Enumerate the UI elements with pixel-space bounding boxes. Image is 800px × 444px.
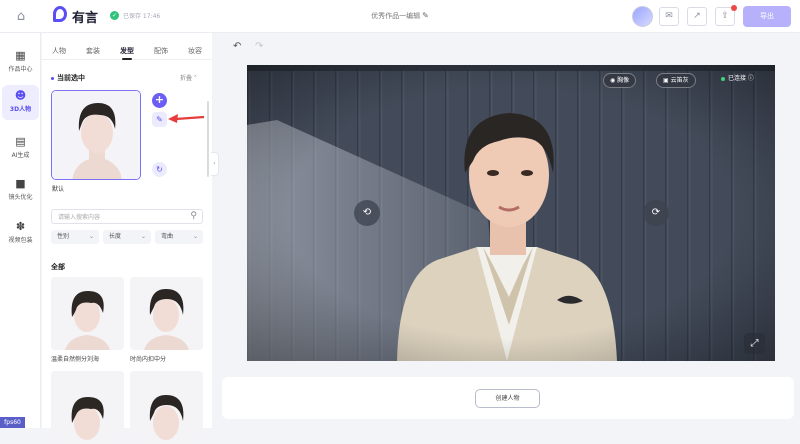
notification-dot [731,5,737,11]
3d-viewport[interactable] [247,65,775,361]
export-button[interactable]: 导出 [743,6,791,27]
hairstyle-card[interactable] [51,371,124,444]
hairstyle-card[interactable] [130,371,203,444]
hairstyle-preview-image [52,91,140,179]
app-name: 有言 [72,11,99,26]
logo-mark-icon [53,6,67,22]
chart-icon: ▤ [15,135,26,148]
document-title-text: 优秀作品一编辑 [371,12,421,20]
search-input[interactable] [58,212,178,222]
edit-title-icon[interactable]: ✎ [422,11,429,20]
current-selection-heading: 当前选中 [51,73,85,83]
upload-icon[interactable]: ⇪ [715,5,737,26]
hairstyle-label: 时尚内扣中分 [130,356,167,363]
rotate-left-icon[interactable]: ⟲ [354,200,380,226]
save-status: ✓ 已保存 17:46 [110,11,160,20]
nav-label: 视频包装 [8,237,33,244]
tab-character[interactable]: 人物 [42,42,76,59]
search-field[interactable]: ⚲ [51,209,203,224]
asset-panel: 人物 套装 发型 配饰 妆容 当前选中 折叠 ˄ 默认 + ✎ ↻ ⚲ 性别⌄ … [42,33,212,444]
tab-hairstyle[interactable]: 发型 [110,42,144,60]
package-icon: ✽ [15,220,26,233]
chevron-down-icon: ⌄ [88,233,94,240]
undo-icon[interactable]: ↶ [233,41,241,52]
share-icon[interactable]: ↗ [687,7,707,26]
background-toggle[interactable]: ▣ 云笛灰 [656,73,696,88]
3d-scene [247,65,775,361]
tab-outfit[interactable]: 套装 [76,42,110,59]
shot-size-toggle[interactable]: ◉ 胸像 [603,73,637,88]
reset-icon[interactable]: ↻ [152,162,167,177]
check-icon: ✓ [110,11,119,20]
hairstyle-thumbnail [51,371,124,444]
nav-label: 镜头优化 [8,194,33,201]
filter-label: 弯曲 [161,233,174,240]
redo-icon[interactable]: ↷ [255,41,263,52]
hairstyle-thumbnail [130,371,203,444]
chevron-down-icon: ⌄ [192,233,198,240]
user-avatar[interactable] [632,6,653,27]
app-logo[interactable]: 有言 [53,4,111,28]
search-icon[interactable]: ⚲ [190,211,197,221]
avatar-3d-icon: ☻ [14,89,27,102]
edit-icon[interactable]: ✎ [152,112,167,127]
category-tabs: 人物 套装 发型 配饰 妆容 [42,42,212,60]
nav-item-camera[interactable]: ■ 镜头优化 [2,173,39,208]
background-label: 云笛灰 [670,77,689,84]
filter-curl[interactable]: 弯曲 ⌄ [155,230,203,244]
shot-size-label: 胸像 [617,77,630,84]
nav-label: 作品中心 [8,66,33,73]
saved-text: 已保存 17:46 [123,13,161,20]
nav-item-works[interactable]: ▦ 作品中心 [2,45,39,80]
add-icon[interactable]: + [152,93,167,108]
current-hairstyle-card[interactable] [51,90,141,180]
fps-badge: fps60 [0,417,25,428]
collapse-toggle[interactable]: 折叠 ˄ [180,73,197,82]
mail-icon[interactable]: ✉ [659,7,679,26]
grid-icon: ▦ [15,49,26,62]
fullscreen-icon[interactable]: ⤢ [744,333,765,354]
nav-label: AI生成 [11,152,30,159]
filter-gender[interactable]: 性别 ⌄ [51,230,99,244]
hairstyle-card[interactable] [130,277,203,350]
annotation-arrow [168,114,205,123]
panel-scrollbar[interactable] [207,101,209,177]
nav-item-3d-character[interactable]: ☻ 3D人物 [2,85,39,120]
rotate-right-icon[interactable]: ⟳ [643,200,669,226]
filter-label: 长度 [109,233,122,240]
current-hairstyle-name: 默认 [52,186,65,193]
all-hairstyles-heading: 全部 [51,263,65,271]
document-title[interactable]: 优秀作品一编辑 ✎ [340,11,460,21]
create-character-button[interactable]: 创建人物 [475,389,540,408]
camera-icon: ■ [15,177,26,190]
hairstyle-thumbnail [51,277,124,350]
hairstyle-label: 温柔自然侧分刘海 [51,356,100,363]
filter-length[interactable]: 长度 ⌄ [103,230,151,244]
hairstyle-card[interactable] [51,277,124,350]
top-bar: ⌂ 有言 ✓ 已保存 17:46 优秀作品一编辑 ✎ ✉ ↗ ⇪ 导出 [0,0,800,33]
collapse-panel-handle[interactable]: ‹ [211,152,219,176]
nav-item-ai-generate[interactable]: ▤ AI生成 [2,131,39,166]
nav-item-video-package[interactable]: ✽ 视频包装 [2,216,39,251]
tab-makeup[interactable]: 妆容 [178,42,212,59]
hairstyle-thumbnail [130,277,203,350]
connection-status: 已连接 ⓘ [721,73,754,82]
nav-label: 3D人物 [9,106,32,113]
tab-accessory[interactable]: 配饰 [144,42,178,59]
left-nav: ▦ 作品中心 ☻ 3D人物 ▤ AI生成 ■ 镜头优化 ✽ 视频包装 [0,33,41,428]
background-icon: ▣ [663,77,671,84]
home-icon[interactable]: ⌂ [10,8,32,26]
filter-label: 性别 [57,233,70,240]
chevron-down-icon: ⌄ [140,233,146,240]
